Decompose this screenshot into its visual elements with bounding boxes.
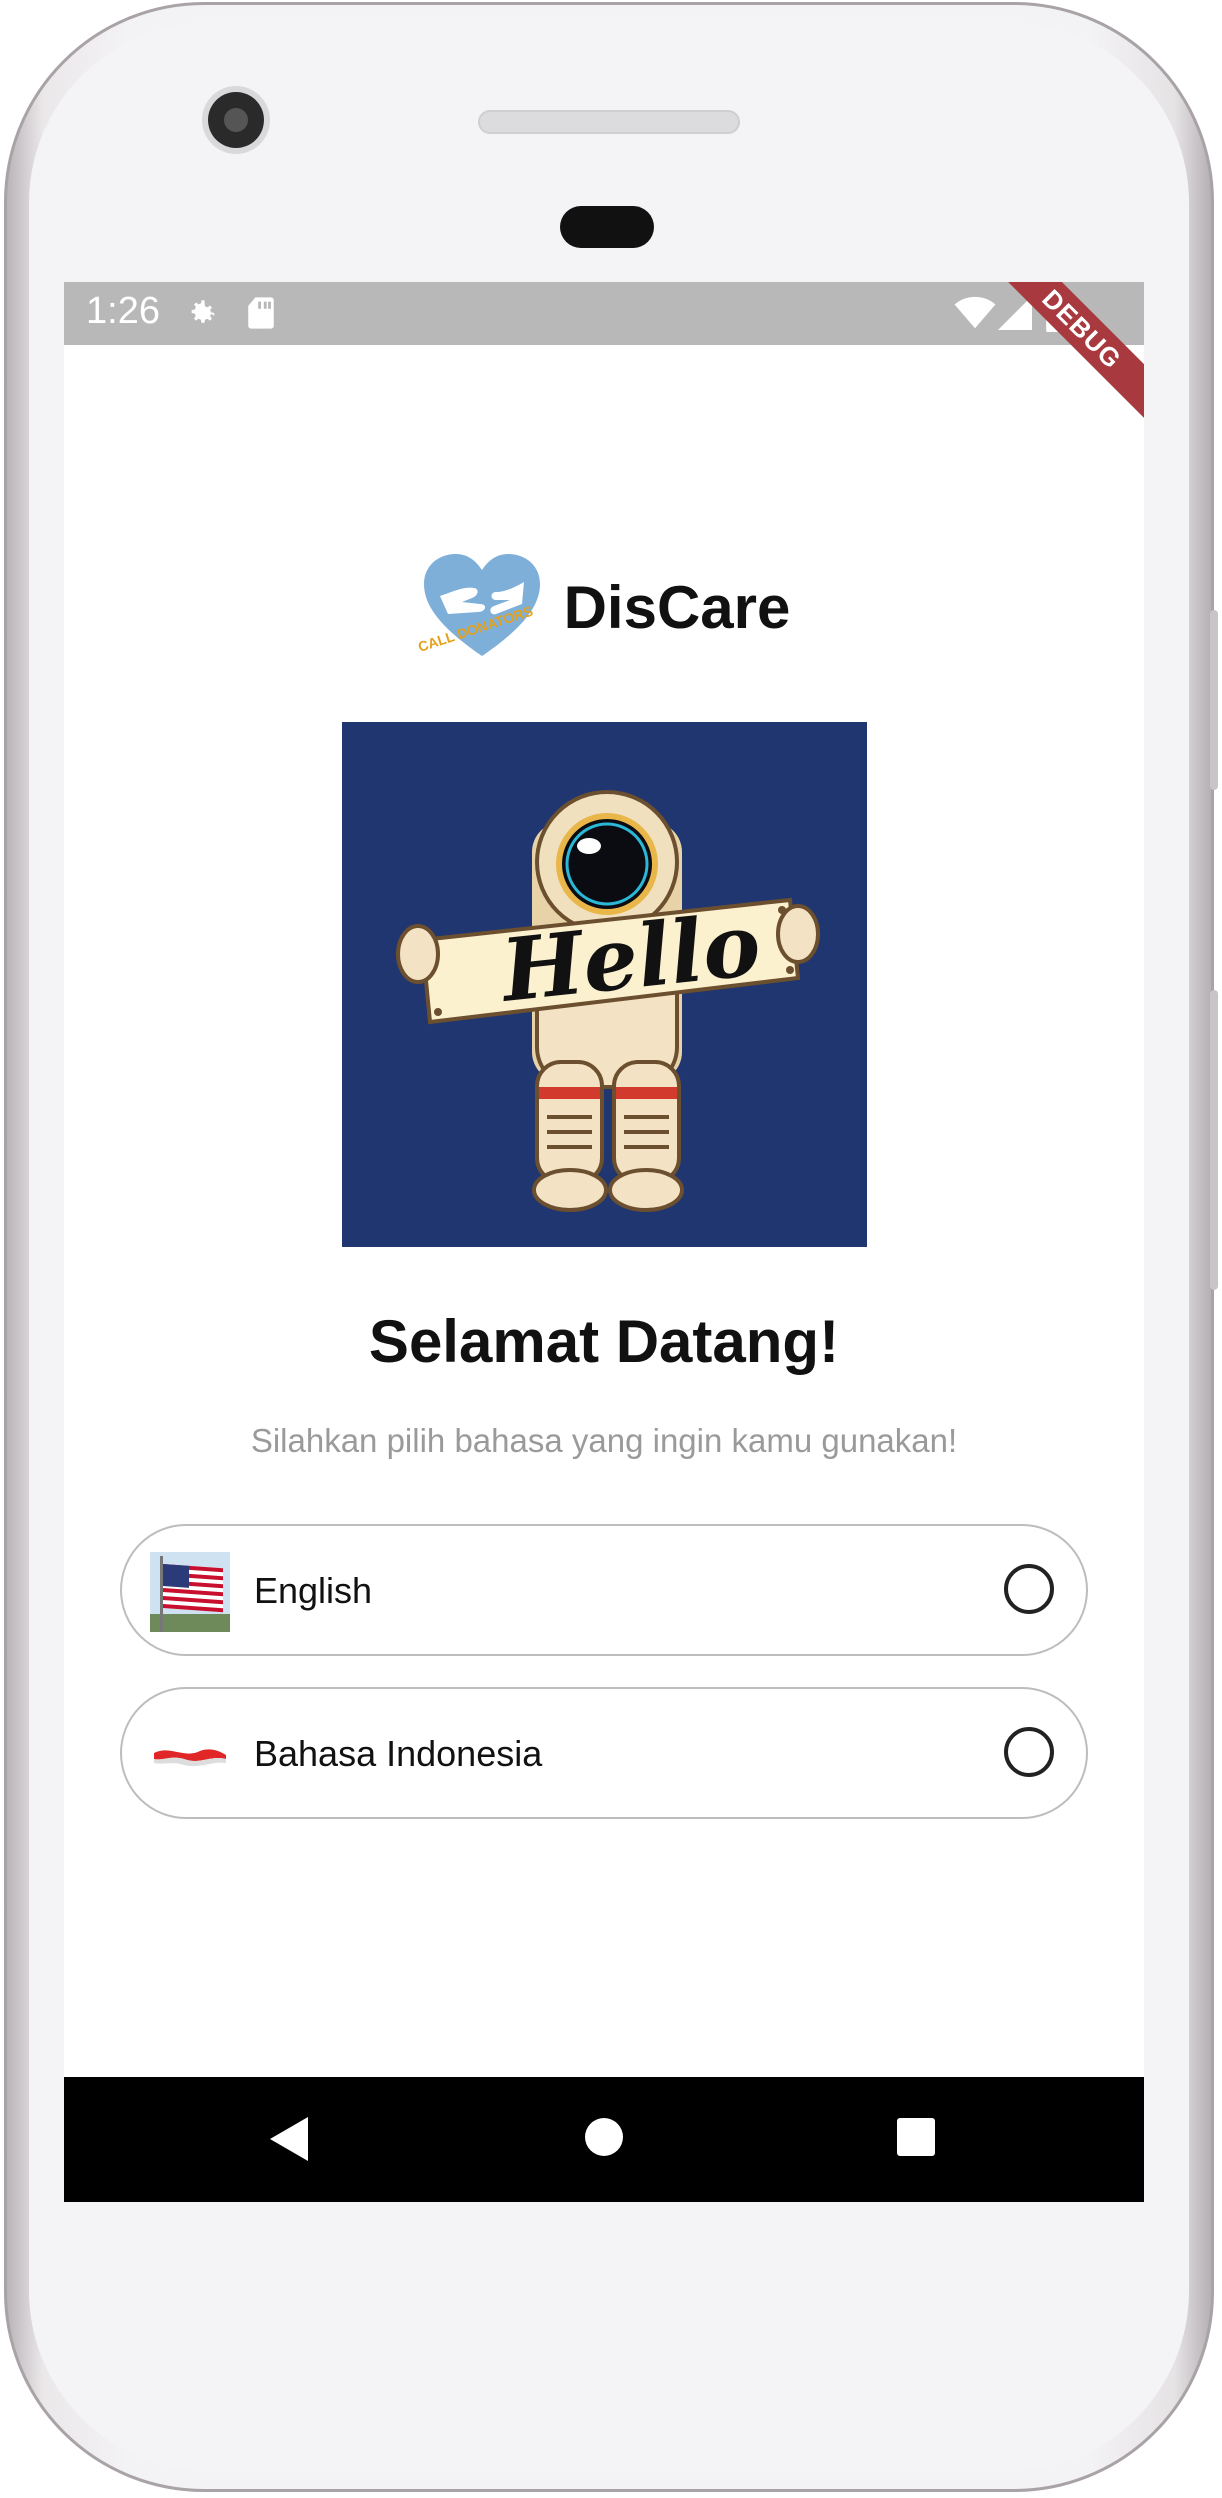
- status-time: 1:26: [86, 290, 160, 332]
- back-icon[interactable]: [270, 2117, 310, 2161]
- astronaut-image: Hello: [396, 790, 820, 1212]
- recents-icon[interactable]: [896, 2117, 936, 2157]
- front-camera: [208, 92, 264, 148]
- us-flag-icon: [150, 1552, 230, 1632]
- volume-button: [1210, 990, 1218, 1290]
- home-icon[interactable]: [584, 2117, 624, 2157]
- welcome-title: Selamat Datang!: [368, 1308, 840, 1375]
- language-option-english[interactable]: English: [120, 1524, 1088, 1656]
- settings-icon: [191, 300, 215, 323]
- earpiece-speaker: [478, 110, 740, 134]
- power-button: [1210, 610, 1218, 790]
- discare-logo: CALL DONATORS: [418, 554, 540, 656]
- language-option-indonesia[interactable]: Bahasa Indonesia: [120, 1687, 1088, 1819]
- app-screen: 1:26 DEBUG CALL DONATORS DisCare Hello S…: [64, 282, 1144, 2202]
- status-bar: 1:26 DEBUG: [64, 282, 1144, 428]
- navigation-bar: [64, 2077, 1144, 2202]
- language-label-english: English: [254, 1570, 373, 1611]
- wifi-icon: [954, 296, 996, 329]
- language-label-indonesia: Bahasa Indonesia: [254, 1733, 543, 1774]
- astronaut-illustration: Hello: [342, 722, 867, 1247]
- app-name: DisCare: [563, 573, 791, 641]
- radio-indonesia[interactable]: [1004, 1727, 1054, 1777]
- sd-card-icon: [248, 297, 274, 329]
- proximity-sensor: [560, 206, 654, 248]
- radio-english[interactable]: [1004, 1564, 1054, 1614]
- indonesia-flag-icon: [154, 1749, 226, 1767]
- app-header: CALL DONATORS DisCare: [64, 552, 1144, 662]
- welcome-subtitle: Silahkan pilih bahasa yang ingin kamu gu…: [250, 1422, 958, 1459]
